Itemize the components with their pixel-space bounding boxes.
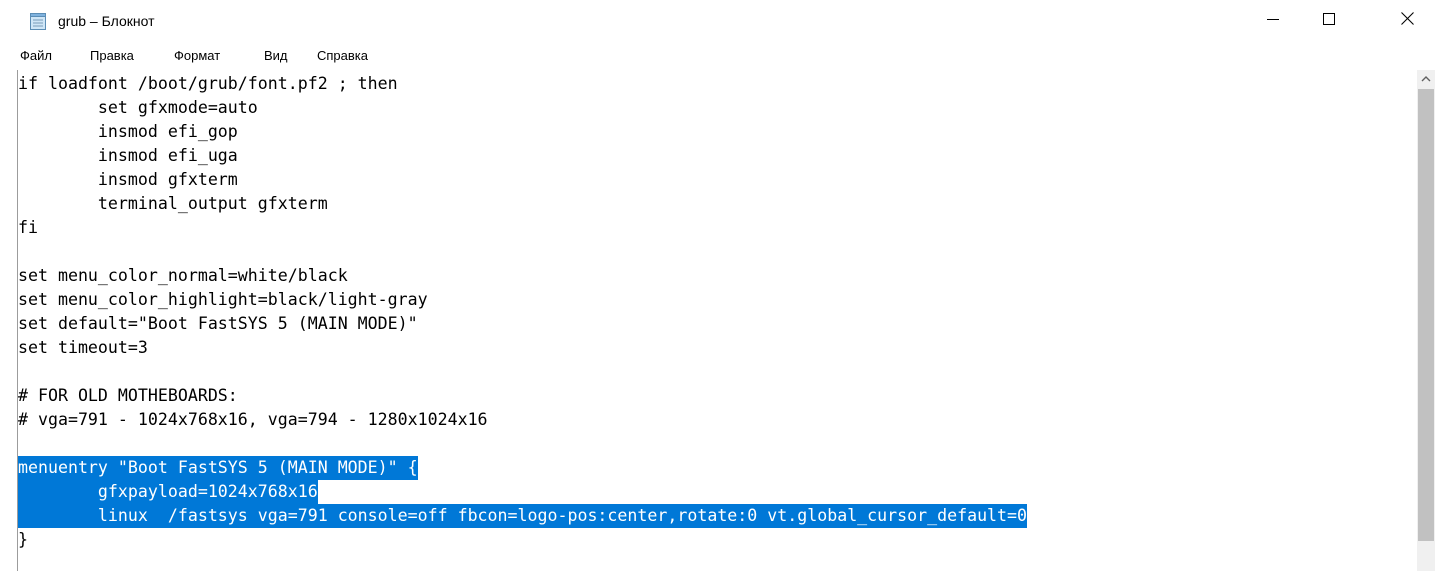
maximize-icon [1323,12,1335,30]
notepad-window: grub – Блокнот Файл Правка Формат Вид Сп… [0,0,1452,571]
menu-edit[interactable]: Правка [87,47,137,64]
editor-line: } [18,530,28,549]
editor-line: # vga=791 - 1024x768x16, vga=794 - 1280x… [18,410,488,429]
maximize-button[interactable] [1306,0,1352,42]
close-icon [1400,12,1414,30]
editor-line: set menu_color_highlight=black/light-gra… [18,290,428,309]
close-button[interactable] [1384,0,1430,42]
editor-line: insmod efi_gop [18,122,238,141]
text-editor[interactable]: if loadfont /boot/grub/font.pf2 ; then s… [18,72,1416,571]
editor-line: set menu_color_normal=white/black [18,266,348,285]
chevron-up-icon [1421,70,1431,88]
menu-view[interactable]: Вид [261,47,291,64]
editor-line: insmod gfxterm [18,170,238,189]
minimize-button[interactable] [1250,0,1296,42]
editor-line: set timeout=3 [18,338,148,357]
editor-line: if loadfont /boot/grub/font.pf2 ; then [18,74,398,93]
window-title: grub – Блокнот [58,13,155,29]
scroll-up-button[interactable] [1417,70,1435,88]
editor-line-selected: gfxpayload=1024x768x16 [18,480,318,504]
editor-line-selected: menuentry "Boot FastSYS 5 (MAIN MODE)" { [18,456,418,480]
menu-file[interactable]: Файл [17,47,55,64]
editor-line: set gfxmode=auto [18,98,258,117]
minimize-icon [1267,12,1279,30]
scroll-thumb[interactable] [1418,89,1434,541]
editor-line: terminal_output gfxterm [18,194,328,213]
title-bar[interactable]: grub – Блокнот [0,0,1452,42]
editor-line: # FOR OLD MOTHEBOARDS: [18,386,238,405]
editor-line: set default="Boot FastSYS 5 (MAIN MODE)" [18,314,418,333]
menu-help[interactable]: Справка [314,47,371,64]
notepad-icon [30,13,46,30]
editor-line: insmod efi_uga [18,146,238,165]
vertical-scrollbar[interactable] [1417,70,1435,571]
menu-bar: Файл Правка Формат Вид Справка [0,45,1452,69]
editor-line: fi [18,218,38,237]
editor-line-selected: linux /fastsys vga=791 console=off fbcon… [18,504,1028,528]
menu-format[interactable]: Формат [171,47,223,64]
